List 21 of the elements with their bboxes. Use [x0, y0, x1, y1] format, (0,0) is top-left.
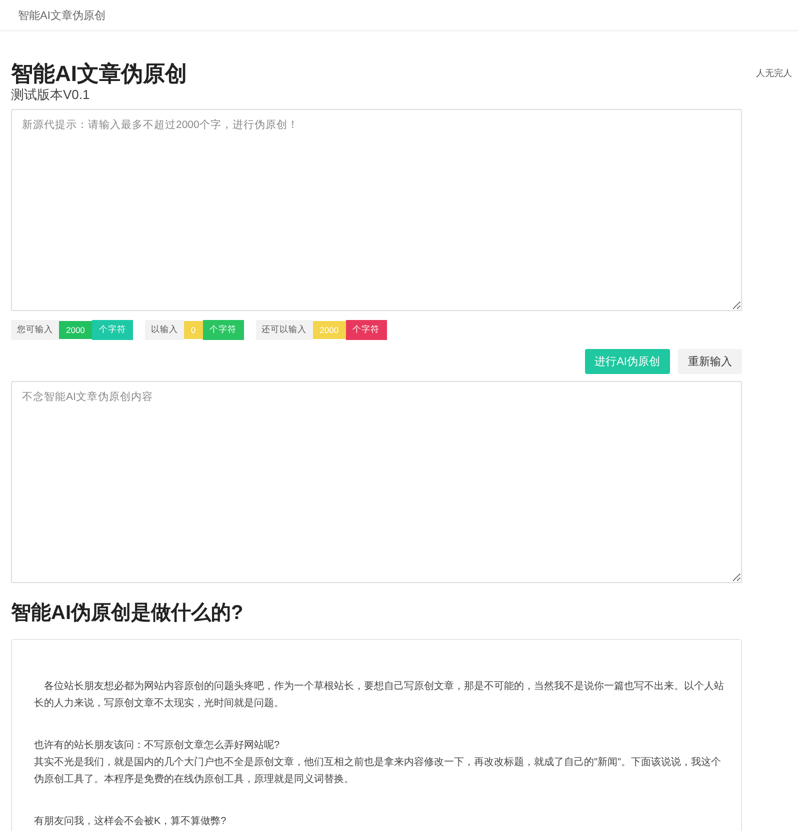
section-heading: 智能AI伪原创是做什么的? — [11, 601, 244, 626]
article-text: 也许有的站长朋友该问：不写原创文章怎么弄好网站呢? — [34, 738, 281, 753]
count-tag: 0 — [184, 321, 203, 339]
page-title: 智能AI文章伪原创 — [11, 61, 188, 87]
site-title: 智能AI文章伪原创 — [18, 8, 106, 22]
count-tag: 个字符 — [92, 320, 133, 340]
version-label: 测试版本V0.1 — [11, 87, 91, 103]
counter-label: 您可输入 — [11, 320, 59, 340]
output-field[interactable]: 不念智能AI文章伪原创内容 — [11, 381, 742, 583]
counter-label: 以输入 — [144, 320, 184, 340]
article-text: 各位站长朋友想必都为网站内容原创的问题头疼吧，作为一个草根站长，要想自己写原创文章，那是不可能的，当然我不是说你一篇也写不出来。以个人站长的人力来说，写原创文章不太现实，光时间就是问题。 — [34, 680, 725, 711]
count-tag: 2000 — [312, 321, 346, 339]
input-field[interactable]: 新源代提示：请输入最多不超过2000个字，进行伪原创！ — [11, 109, 742, 311]
side-note: 人无完人 — [756, 68, 792, 78]
count-tag: 个字符 — [202, 320, 244, 340]
article-text: 有朋友问我，这样会不会被K，算不算做弊? — [34, 814, 228, 829]
article-text: 其实不光是我们，就是国内的几个大门户也不全是原创文章，他们互相之前也是拿来内容修改一下，再改改标题，就成了自己的"新闻"。下面该说说，我这个伪原创工具了。本程序是免费的在线伪原创工具，原理就是同义词替换。 — [34, 756, 722, 787]
counter-label: 还可以输入 — [256, 320, 313, 340]
count-tag: 2000 — [59, 321, 92, 339]
reset-button[interactable]: 重新输入 — [678, 349, 742, 374]
count-tag: 个字符 — [346, 320, 387, 340]
